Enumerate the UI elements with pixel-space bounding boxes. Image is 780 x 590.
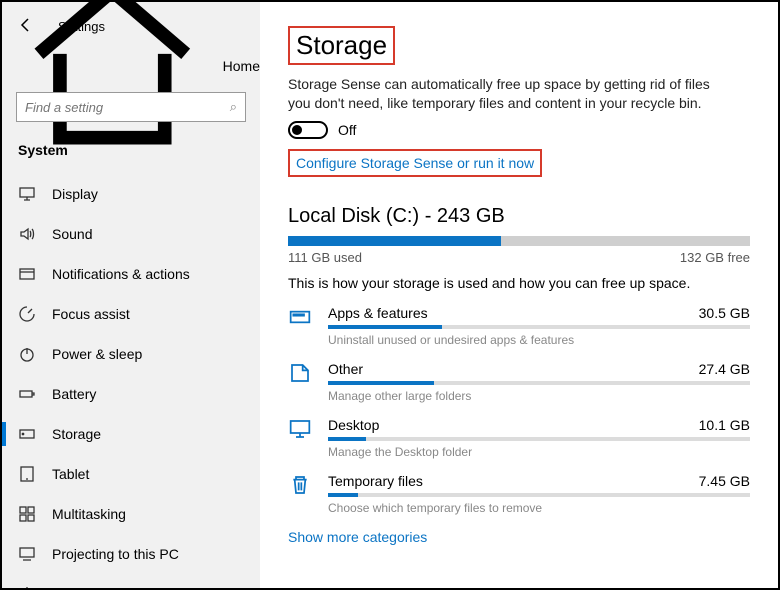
category-name: Apps & features	[328, 305, 428, 321]
category-other[interactable]: Other 27.4 GB Manage other large folders	[288, 361, 750, 403]
breakdown-desc: This is how your storage is used and how…	[288, 275, 750, 291]
storage-icon	[18, 425, 36, 443]
category-bar	[328, 325, 750, 329]
page-title: Storage	[288, 26, 395, 65]
category-hint: Choose which temporary files to remove	[328, 501, 750, 515]
sidebar-item-sound[interactable]: Sound	[2, 214, 260, 254]
category-hint: Manage the Desktop folder	[328, 445, 750, 459]
battery-icon	[18, 385, 36, 403]
configure-link-box: Configure Storage Sense or run it now	[288, 149, 542, 177]
sound-icon	[18, 225, 36, 243]
disk-usage-labels: 111 GB used 132 GB free	[288, 250, 750, 265]
configure-storage-sense-link[interactable]: Configure Storage Sense or run it now	[296, 155, 534, 171]
sidebar-item-label: Shared experiences	[52, 586, 177, 588]
display-icon	[18, 185, 36, 203]
main-content: Storage Storage Sense can automatically …	[260, 2, 778, 588]
category-hint: Manage other large folders	[328, 389, 750, 403]
settings-window: Settings Home ⌕ System DisplaySoundNotif…	[0, 0, 780, 590]
tablet-icon	[18, 465, 36, 483]
sidebar-item-tablet[interactable]: Tablet	[2, 454, 260, 494]
storage-sense-toggle-row: Off	[288, 121, 750, 139]
search-field[interactable]	[25, 100, 230, 115]
sidebar-item-shared[interactable]: Shared experiences	[2, 574, 260, 588]
multitask-icon	[18, 505, 36, 523]
category-desktop[interactable]: Desktop 10.1 GB Manage the Desktop folde…	[288, 417, 750, 459]
toggle-label: Off	[338, 122, 356, 138]
category-apps[interactable]: Apps & features 30.5 GB Uninstall unused…	[288, 305, 750, 347]
projecting-icon	[18, 545, 36, 563]
used-label: 111 GB used	[288, 250, 362, 265]
category-name: Temporary files	[328, 473, 423, 489]
sidebar-item-label: Battery	[52, 386, 96, 402]
temp-icon	[288, 473, 312, 497]
apps-icon	[288, 305, 312, 329]
section-title: System	[2, 134, 260, 174]
sidebar: Settings Home ⌕ System DisplaySoundNotif…	[2, 2, 260, 588]
category-body: Apps & features 30.5 GB Uninstall unused…	[328, 305, 750, 347]
sidebar-item-label: Display	[52, 186, 98, 202]
category-body: Temporary files 7.45 GB Choose which tem…	[328, 473, 750, 515]
sidebar-item-label: Power & sleep	[52, 346, 142, 362]
sidebar-item-label: Tablet	[52, 466, 89, 482]
storage-sense-toggle[interactable]	[288, 121, 328, 139]
sidebar-item-label: Projecting to this PC	[52, 546, 179, 562]
sidebar-item-projecting[interactable]: Projecting to this PC	[2, 534, 260, 574]
category-bar	[328, 381, 750, 385]
category-bar	[328, 493, 750, 497]
other-icon	[288, 361, 312, 385]
sidebar-item-focus[interactable]: Focus assist	[2, 294, 260, 334]
desktop-icon	[288, 417, 312, 441]
power-icon	[18, 345, 36, 363]
storage-sense-desc: Storage Sense can automatically free up …	[288, 75, 728, 113]
sidebar-item-label: Multitasking	[52, 506, 126, 522]
category-name: Desktop	[328, 417, 379, 433]
sidebar-item-multitask[interactable]: Multitasking	[2, 494, 260, 534]
free-label: 132 GB free	[680, 250, 750, 265]
disk-title: Local Disk (C:) - 243 GB	[288, 205, 750, 228]
show-more-link[interactable]: Show more categories	[288, 529, 427, 545]
search-icon: ⌕	[230, 99, 237, 115]
sidebar-item-battery[interactable]: Battery	[2, 374, 260, 414]
category-body: Other 27.4 GB Manage other large folders	[328, 361, 750, 403]
category-body: Desktop 10.1 GB Manage the Desktop folde…	[328, 417, 750, 459]
show-more-row: Show more categories	[288, 529, 750, 545]
category-hint: Uninstall unused or undesired apps & fea…	[328, 333, 750, 347]
category-size: 7.45 GB	[699, 473, 750, 489]
sidebar-item-notifications[interactable]: Notifications & actions	[2, 254, 260, 294]
disk-usage-bar	[288, 236, 750, 246]
category-size: 27.4 GB	[699, 361, 750, 377]
focus-icon	[18, 305, 36, 323]
category-size: 10.1 GB	[699, 417, 750, 433]
sidebar-item-power[interactable]: Power & sleep	[2, 334, 260, 374]
sidebar-item-label: Sound	[52, 226, 92, 242]
category-bar	[328, 437, 750, 441]
search-input[interactable]: ⌕	[16, 92, 246, 122]
sidebar-item-label: Focus assist	[52, 306, 130, 322]
sidebar-item-home[interactable]: Home	[2, 46, 260, 86]
home-label: Home	[223, 58, 260, 74]
category-temp[interactable]: Temporary files 7.45 GB Choose which tem…	[288, 473, 750, 515]
category-size: 30.5 GB	[699, 305, 750, 321]
sidebar-item-label: Storage	[52, 426, 101, 442]
sidebar-item-storage[interactable]: Storage	[2, 414, 260, 454]
sidebar-item-label: Notifications & actions	[52, 266, 190, 282]
category-name: Other	[328, 361, 363, 377]
shared-icon	[18, 585, 36, 588]
nav-list: Display Sound Notifications & actions Focus…	[2, 174, 260, 588]
notifications-icon	[18, 265, 36, 283]
sidebar-item-display[interactable]: Display	[2, 174, 260, 214]
